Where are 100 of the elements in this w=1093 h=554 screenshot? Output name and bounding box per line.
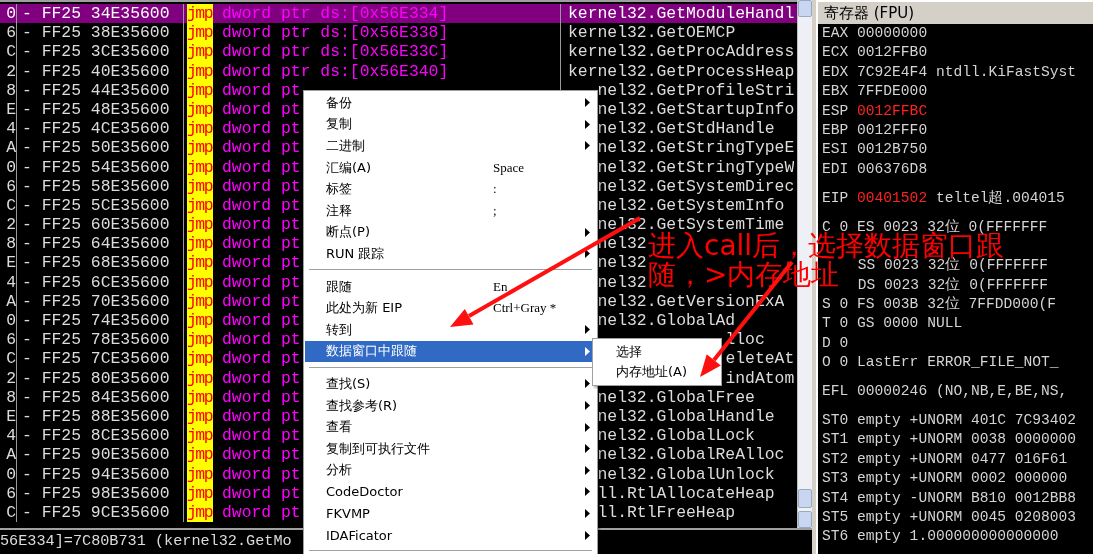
address-cell[interactable]: C (0, 502, 16, 523)
operand-cell[interactable]: dword pt (222, 387, 301, 407)
address-cell[interactable]: 6 (0, 176, 16, 196)
address-cell[interactable]: A (0, 445, 16, 465)
operand-cell[interactable]: dword pt (222, 99, 301, 120)
hex-cell[interactable]: - FF25 64E35600 (17, 234, 183, 254)
operand-cell[interactable]: dword ptr ds:[0x56E340] (222, 61, 449, 81)
menu-item[interactable]: 转到 (305, 318, 596, 341)
scroll-thumb[interactable] (798, 489, 812, 508)
address-cell[interactable]: 8 (0, 234, 16, 254)
comment-cell[interactable]: nel32.GetSystemDirec (597, 176, 795, 196)
address-cell[interactable]: 6 (0, 483, 16, 503)
scroll-up-button[interactable] (798, 0, 812, 17)
comment-cell[interactable]: kernel32.GetModuleHandl (568, 4, 795, 24)
hex-cell[interactable]: - FF25 70E35600 (17, 291, 183, 311)
hex-cell[interactable]: - FF25 38E35600 (17, 23, 183, 43)
operand-cell[interactable]: dword pt (222, 291, 301, 311)
menu-item[interactable]: RUN 跟踪 (305, 243, 596, 265)
menu-item[interactable]: 复制到可执行文件 (305, 437, 596, 460)
comment-cell[interactable]: nel32.GetSystemInfo (597, 195, 785, 216)
comment-cell[interactable]: ll.RtlFreeHeap (597, 502, 736, 523)
menu-item[interactable]: 复制 (305, 113, 596, 136)
menu-item[interactable]: 此处为新 EIP Ctrl+Gray * (305, 297, 596, 319)
comment-cell[interactable]: nel32.GetProfileStri (597, 80, 795, 100)
address-cell[interactable]: E (0, 253, 16, 273)
hex-cell[interactable]: - FF25 84E35600 (17, 387, 183, 407)
operand-cell[interactable]: dword pt (222, 311, 301, 331)
operand-cell[interactable]: dword pt (222, 272, 301, 292)
comment-cell[interactable]: nel32.GlobalLock (597, 426, 755, 446)
address-cell[interactable]: 4 (0, 119, 16, 139)
hex-cell[interactable]: - FF25 4CE35600 (17, 119, 183, 139)
operand-cell[interactable]: dword pt (222, 464, 301, 484)
scroll-down-button[interactable] (798, 511, 812, 528)
hex-cell[interactable]: - FF25 60E35600 (17, 215, 183, 235)
comment-cell[interactable]: nel32.GetStartupInfo (597, 99, 795, 120)
hex-cell[interactable]: - FF25 50E35600 (17, 138, 183, 158)
comment-cell[interactable]: nel32.GlobalAd (597, 311, 736, 331)
operand-cell[interactable]: dword pt (222, 426, 301, 446)
hex-cell[interactable]: - FF25 44E35600 (17, 80, 183, 100)
hex-cell[interactable]: - FF25 54E35600 (17, 157, 183, 177)
address-cell[interactable]: 4 (0, 272, 16, 292)
menu-item[interactable]: 查找参考(R) (305, 394, 596, 417)
menu-item[interactable]: 标签 : (305, 178, 596, 200)
hex-cell[interactable]: - FF25 6CE35600 (17, 272, 183, 292)
menu-item[interactable]: 选择 (594, 342, 720, 362)
hex-cell[interactable]: - FF25 78E35600 (17, 330, 183, 350)
address-cell[interactable]: A (0, 138, 16, 158)
comment-cell[interactable]: kernel32.GetProcAddress (568, 42, 795, 62)
menu-item[interactable]: 备份 (305, 92, 596, 114)
hex-cell[interactable]: - FF25 9CE35600 (17, 502, 183, 523)
address-cell[interactable]: C (0, 42, 16, 62)
address-cell[interactable]: 4 (0, 426, 16, 446)
comment-cell[interactable]: nel32.GetStringTypeW (597, 157, 795, 177)
address-cell[interactable]: 2 (0, 368, 16, 388)
address-cell[interactable]: 0 (0, 157, 16, 177)
menu-item[interactable]: FKVMP (305, 502, 596, 525)
address-cell[interactable]: 2 (0, 215, 16, 235)
comment-cell[interactable]: nel32.GlobalHandle (597, 406, 775, 427)
address-cell[interactable]: 0 (0, 4, 16, 24)
operand-cell[interactable]: dword pt (222, 368, 301, 388)
address-cell[interactable]: 6 (0, 23, 16, 43)
address-cell[interactable]: 8 (0, 387, 16, 407)
operand-cell[interactable]: dword pt (222, 195, 301, 216)
operand-cell[interactable]: dword pt (222, 157, 301, 177)
hex-cell[interactable]: - FF25 48E35600 (17, 99, 183, 120)
menu-item[interactable]: 查找(S) (305, 373, 596, 395)
operand-cell[interactable]: dword pt (222, 330, 301, 350)
operand-cell[interactable]: dword pt (222, 445, 301, 465)
comment-cell[interactable]: kernel32.GetProcessHeap (568, 61, 795, 81)
menu-item[interactable]: 查看 (305, 416, 596, 438)
operand-cell[interactable]: dword ptr ds:[0x56E338] (222, 23, 449, 43)
operand-cell[interactable]: dword pt (222, 119, 301, 139)
operand-cell[interactable]: dword pt (222, 483, 301, 503)
comment-cell[interactable]: ll.RtlAllocateHeap (597, 483, 775, 503)
menu-item[interactable]: CodeDoctor (305, 481, 596, 503)
menu-item[interactable]: 注释 ; (305, 199, 596, 222)
menu-item[interactable]: 跟随 En (305, 275, 596, 298)
menu-item[interactable]: 二进制 (305, 135, 596, 157)
address-cell[interactable]: 2 (0, 61, 16, 81)
hex-cell[interactable]: - FF25 98E35600 (17, 483, 183, 503)
address-cell[interactable]: A (0, 291, 16, 311)
comment-cell[interactable]: indAtom (725, 368, 795, 388)
hex-cell[interactable]: - FF25 8CE35600 (17, 426, 183, 446)
comment-cell[interactable]: nel32.GetStdHandle (597, 119, 775, 139)
comment-cell[interactable]: nel32.GlobalFree (597, 387, 755, 407)
comment-cell[interactable]: nel32.GlobalUnlock (597, 464, 775, 484)
operand-cell[interactable]: dword pt (222, 215, 301, 235)
hex-cell[interactable]: - FF25 40E35600 (17, 61, 183, 81)
menu-item[interactable]: 分析 (305, 459, 596, 482)
hex-cell[interactable]: - FF25 80E35600 (17, 368, 183, 388)
comment-cell[interactable]: eleteAt (725, 349, 795, 369)
address-cell[interactable]: 0 (0, 464, 16, 484)
address-cell[interactable]: C (0, 349, 16, 369)
comment-cell[interactable]: nel32.GlobalReAlloc (597, 445, 785, 465)
address-cell[interactable]: 8 (0, 80, 16, 100)
operand-cell[interactable]: dword ptr ds:[0x56E33C] (222, 42, 449, 62)
hex-cell[interactable]: - FF25 88E35600 (17, 406, 183, 427)
hex-cell[interactable]: - FF25 58E35600 (17, 176, 183, 196)
hex-cell[interactable]: - FF25 94E35600 (17, 464, 183, 484)
operand-cell[interactable]: dword pt (222, 253, 301, 273)
